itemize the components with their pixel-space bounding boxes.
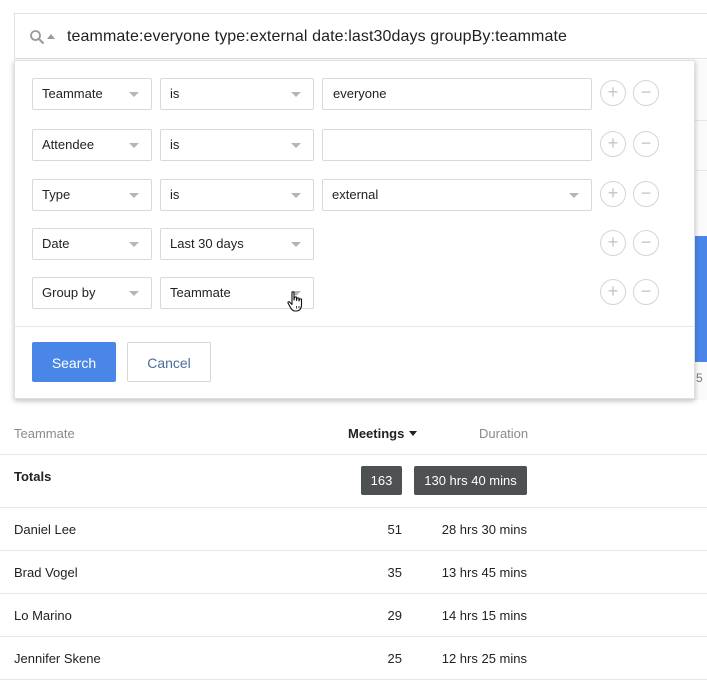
- search-button[interactable]: Search: [32, 342, 116, 382]
- meetings-count: 51: [387, 522, 402, 537]
- field-select[interactable]: Teammate: [32, 78, 152, 110]
- field-select[interactable]: Group by: [32, 277, 152, 309]
- column-header-meetings-label: Meetings: [348, 426, 405, 441]
- operator-select-label: is: [170, 86, 180, 101]
- operator-select[interactable]: is: [160, 78, 314, 110]
- field-select-label: Group by: [42, 285, 96, 300]
- teammate-name: Lo Marino: [14, 608, 72, 623]
- value-input[interactable]: everyone: [322, 78, 592, 110]
- add-filter-button[interactable]: +: [600, 279, 626, 305]
- filter-row-teammate: Teammate is everyone + −: [15, 78, 694, 112]
- field-select-label: Attendee: [42, 137, 95, 152]
- chevron-down-icon: [129, 92, 139, 97]
- remove-filter-button[interactable]: −: [633, 181, 659, 207]
- column-header-duration[interactable]: Duration: [479, 426, 528, 441]
- chevron-down-icon: [291, 92, 301, 97]
- chevron-down-icon: [569, 193, 579, 198]
- totals-duration-badge: 130 hrs 40 mins: [414, 466, 527, 495]
- filter-row-attendee: Attendee is + −: [15, 129, 694, 163]
- duration-value: 14 hrs 15 mins: [441, 608, 527, 623]
- row-divider: [0, 507, 707, 508]
- meetings-count: 35: [387, 565, 402, 580]
- value-select[interactable]: external: [322, 179, 592, 211]
- chevron-down-icon: [129, 242, 139, 247]
- operator-select[interactable]: is: [160, 129, 314, 161]
- duration-value: 13 hrs 45 mins: [441, 565, 527, 580]
- field-select-label: Type: [42, 187, 71, 202]
- filter-row-type: Type is external + −: [15, 179, 694, 213]
- field-select-label: Date: [42, 236, 70, 251]
- teammate-name: Jennifer Skene: [14, 651, 101, 666]
- filter-row-group-by: Group by Teammate + −: [15, 277, 694, 311]
- caret-up-icon[interactable]: [47, 34, 55, 39]
- operator-select[interactable]: is: [160, 179, 314, 211]
- duration-value: 12 hrs 25 mins: [441, 651, 527, 666]
- chevron-down-icon: [129, 143, 139, 148]
- column-header-teammate[interactable]: Teammate: [14, 426, 75, 441]
- teammate-name: Daniel Lee: [14, 522, 77, 537]
- chevron-down-icon: [291, 193, 301, 198]
- column-header-meetings[interactable]: Meetings: [348, 426, 418, 441]
- add-filter-button[interactable]: +: [600, 181, 626, 207]
- field-select-label: Teammate: [42, 86, 103, 101]
- group-by-select-label: Teammate: [170, 285, 231, 300]
- value-select-label: external: [332, 187, 379, 202]
- sort-down-icon: [409, 431, 418, 436]
- chevron-down-icon: [291, 143, 301, 148]
- search-bar[interactable]: teammate:everyone type:external date:las…: [14, 13, 707, 59]
- hand-cursor-icon: [287, 291, 303, 312]
- remove-filter-button[interactable]: −: [633, 80, 659, 106]
- field-select[interactable]: Attendee: [32, 129, 152, 161]
- background-divider: [694, 120, 707, 121]
- field-select[interactable]: Date: [32, 228, 152, 260]
- row-divider: [0, 679, 707, 680]
- remove-filter-button[interactable]: −: [633, 279, 659, 305]
- meetings-count: 25: [387, 651, 402, 666]
- header-divider: [0, 454, 707, 455]
- chevron-down-icon: [291, 242, 301, 247]
- filter-panel: Teammate is everyone + − Attendee is + −…: [14, 60, 695, 399]
- row-divider: [0, 550, 707, 551]
- totals-label: Totals: [14, 469, 52, 484]
- meetings-count: 29: [387, 608, 402, 623]
- panel-divider: [15, 326, 694, 327]
- row-divider: [0, 636, 707, 637]
- operator-select-label: is: [170, 137, 180, 152]
- background-axis-tick: 5: [696, 371, 703, 385]
- totals-meetings-badge: 163: [361, 466, 402, 495]
- chevron-down-icon: [129, 291, 139, 296]
- teammate-name: Brad Vogel: [14, 565, 78, 580]
- add-filter-button[interactable]: +: [600, 80, 626, 106]
- remove-filter-button[interactable]: −: [633, 230, 659, 256]
- date-range-select-label: Last 30 days: [170, 236, 244, 251]
- background-chart-bar: [694, 236, 707, 362]
- duration-value: 28 hrs 30 mins: [441, 522, 527, 537]
- background-divider: [694, 170, 707, 171]
- remove-filter-button[interactable]: −: [633, 131, 659, 157]
- search-icon[interactable]: [29, 29, 45, 45]
- operator-select-label: is: [170, 187, 180, 202]
- chevron-down-icon: [129, 193, 139, 198]
- add-filter-button[interactable]: +: [600, 230, 626, 256]
- value-input[interactable]: [322, 129, 592, 161]
- date-range-select[interactable]: Last 30 days: [160, 228, 314, 260]
- search-query-input[interactable]: teammate:everyone type:external date:las…: [67, 28, 567, 46]
- filter-row-date: Date Last 30 days + −: [15, 228, 694, 262]
- row-divider: [0, 593, 707, 594]
- cancel-button[interactable]: Cancel: [127, 342, 211, 382]
- add-filter-button[interactable]: +: [600, 131, 626, 157]
- field-select[interactable]: Type: [32, 179, 152, 211]
